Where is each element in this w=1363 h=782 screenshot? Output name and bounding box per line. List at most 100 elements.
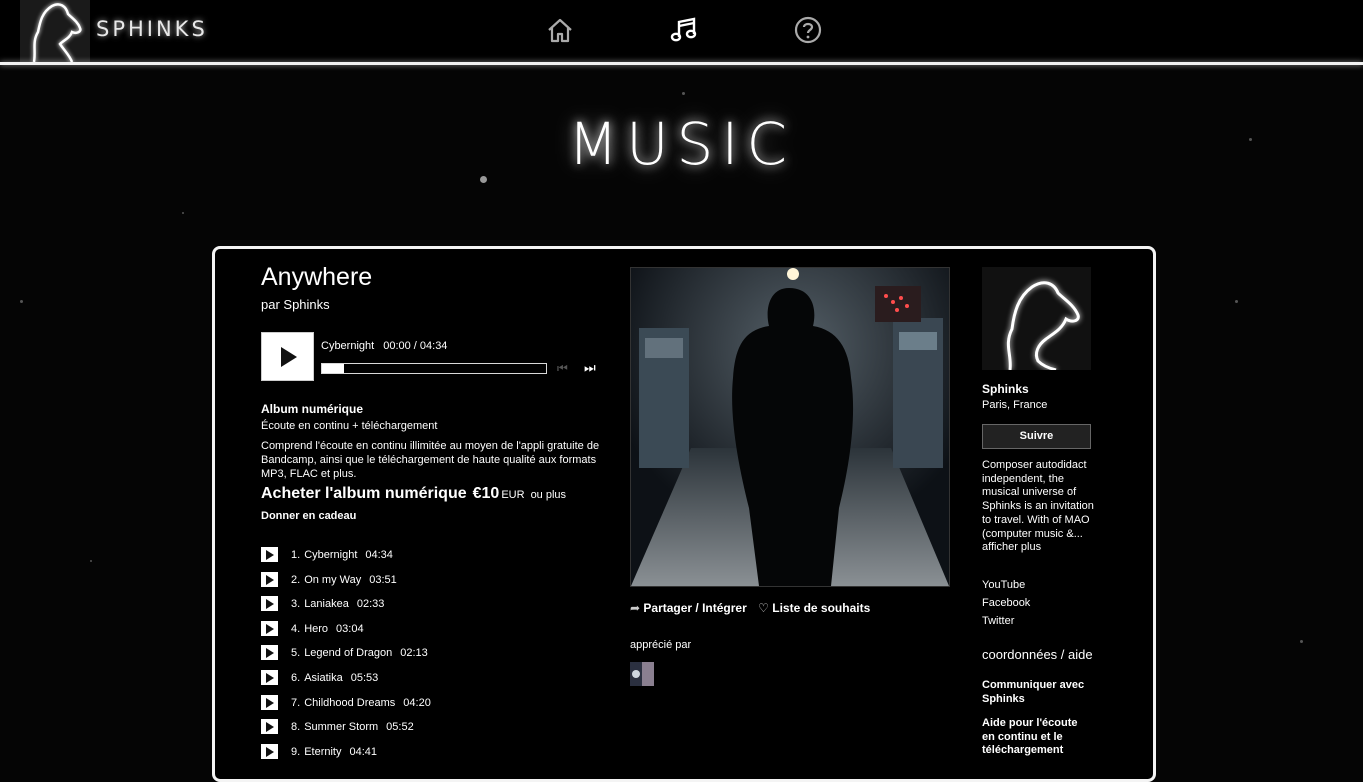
play-icon <box>266 623 274 634</box>
track-number: 1. <box>291 549 301 561</box>
track-duration: 02:33 <box>356 598 385 611</box>
heart-icon[interactable]: ♡ <box>758 601 769 615</box>
track-title[interactable]: 6. Asiatika 05:53 <box>291 672 378 684</box>
album-price: €10 <box>472 485 500 502</box>
track-play-button[interactable] <box>261 743 278 759</box>
star-speck <box>90 560 92 562</box>
play-button[interactable] <box>261 332 314 381</box>
star-speck <box>20 300 23 303</box>
album-title: Anywhere <box>261 263 373 291</box>
track-play-button[interactable] <box>261 669 278 685</box>
star-speck <box>182 212 184 214</box>
progress-bar[interactable] <box>321 363 547 374</box>
track-title[interactable]: 4. Hero 03:04 <box>291 623 364 635</box>
track-duration: 02:13 <box>400 647 428 660</box>
track-duration: 05:53 <box>350 671 379 684</box>
play-icon <box>266 672 274 683</box>
track-number: 4. <box>291 622 301 635</box>
purchase-description: Comprend l'écoute en continu illimitée a… <box>261 440 600 480</box>
artist-link[interactable]: Sphinks <box>283 297 329 312</box>
sphinx-silhouette-icon <box>32 3 82 62</box>
track-name: Legend of Dragon <box>304 647 393 660</box>
track-name: Asiatika <box>304 671 343 684</box>
star-speck <box>682 92 685 95</box>
share-row: ➦ Partager / Intégrer ♡ Liste de souhait… <box>630 601 870 615</box>
track-play-button[interactable] <box>261 571 278 587</box>
track-play-button[interactable] <box>261 620 278 636</box>
track-name: Hero <box>304 622 329 635</box>
track-title[interactable]: 9. Eternity 04:41 <box>291 746 377 758</box>
artist-bio-container: Composer autodidact independent, the mus… <box>982 459 1094 555</box>
purchase-heading: Album numérique <box>261 402 364 416</box>
track-name: Childhood Dreams <box>304 696 396 709</box>
track-duration: 03:51 <box>369 573 397 586</box>
track-play-button[interactable] <box>261 645 278 661</box>
next-track-icon[interactable]: ⏭ <box>584 360 596 376</box>
fan-avatar[interactable] <box>630 662 654 686</box>
track-play-button[interactable] <box>261 719 278 735</box>
buy-album-link[interactable]: Acheter l'album numérique <box>261 485 467 502</box>
play-icon <box>281 347 297 367</box>
home-icon[interactable] <box>545 15 575 45</box>
top-navigation-bar: SPHINKS <box>0 0 1363 62</box>
gift-link[interactable]: Donner en cadeau <box>261 510 356 522</box>
play-icon <box>266 550 274 560</box>
track-duration: 05:52 <box>386 721 414 734</box>
share-icon[interactable]: ➦ <box>630 601 640 615</box>
now-playing: Cybernight 00:00 / 04:34 <box>321 340 447 352</box>
artist-photo[interactable] <box>982 267 1091 370</box>
artist-social-link[interactable]: Facebook <box>982 597 1030 615</box>
track-play-button[interactable] <box>261 547 278 562</box>
question-circle-icon[interactable] <box>793 15 823 45</box>
track-duration: 03:04 <box>336 622 364 635</box>
previous-track-icon[interactable]: ⏮ <box>557 361 568 376</box>
track-title[interactable]: 3. Laniakea 02:33 <box>291 598 384 610</box>
track-duration: 04:41 <box>349 745 378 758</box>
current-track-title: Cybernight <box>321 340 375 352</box>
star-speck <box>1300 640 1303 643</box>
share-embed-link[interactable]: Partager / Intégrer <box>643 601 746 615</box>
follow-button[interactable]: Suivre <box>982 424 1091 449</box>
track-title[interactable]: 1. Cybernight 04:34 <box>291 549 393 561</box>
music-note-icon[interactable] <box>669 15 699 45</box>
progress-fill <box>322 364 345 373</box>
track-name: On my Way <box>304 573 362 586</box>
show-more-link[interactable]: afficher plus <box>982 541 1094 555</box>
track-duration: 04:20 <box>403 696 431 709</box>
play-icon <box>266 648 274 659</box>
track-play-button[interactable] <box>261 596 278 612</box>
artist-social-link[interactable]: YouTube <box>982 579 1030 597</box>
track-name: Summer Storm <box>304 721 379 734</box>
play-icon <box>266 722 274 733</box>
brand-name[interactable]: SPHINKS <box>96 17 208 41</box>
header-divider <box>0 62 1363 65</box>
contact-artist-link[interactable]: Communiquer avec Sphinks <box>982 679 1092 706</box>
track-number: 8. <box>291 721 301 734</box>
artist-links: YouTube Facebook Twitter <box>982 579 1030 633</box>
contact-heading: coordonnées / aide <box>982 647 1093 662</box>
streaming-help-link[interactable]: Aide pour l'écoute en continu et le télé… <box>982 717 1092 758</box>
track-title[interactable]: 7. Childhood Dreams 04:20 <box>291 697 431 709</box>
artist-bio: Composer autodidact independent, the mus… <box>982 459 1094 540</box>
bandcamp-album-panel: Anywhere par Sphinks Cybernight 00:00 / 0… <box>212 246 1156 782</box>
sphinks-logo[interactable] <box>20 0 90 62</box>
track-name: Cybernight <box>304 549 358 561</box>
track-title[interactable]: 5. Legend of Dragon 02:13 <box>291 647 428 659</box>
track-name: Laniakea <box>304 598 349 611</box>
page-title: MUSIC <box>568 110 795 178</box>
track-title[interactable]: 2. On my Way 03:51 <box>291 574 397 586</box>
artist-name[interactable]: Sphinks <box>982 382 1029 396</box>
track-title[interactable]: 8. Summer Storm 05:52 <box>291 721 414 733</box>
play-icon <box>266 697 274 708</box>
album-cover[interactable] <box>630 267 950 587</box>
artist-location: Paris, France <box>982 399 1048 411</box>
purchase-subheading: Écoute en continu + téléchargement <box>261 420 438 432</box>
sphinx-silhouette-icon <box>1006 281 1080 370</box>
track-play-button[interactable] <box>261 694 278 710</box>
track-duration: 04:34 <box>365 549 393 561</box>
artist-social-link[interactable]: Twitter <box>982 615 1030 633</box>
track-number: 2. <box>291 573 301 586</box>
track-number: 3. <box>291 598 301 611</box>
wishlist-link[interactable]: Liste de souhaits <box>772 601 870 615</box>
currency: EUR <box>501 489 525 501</box>
